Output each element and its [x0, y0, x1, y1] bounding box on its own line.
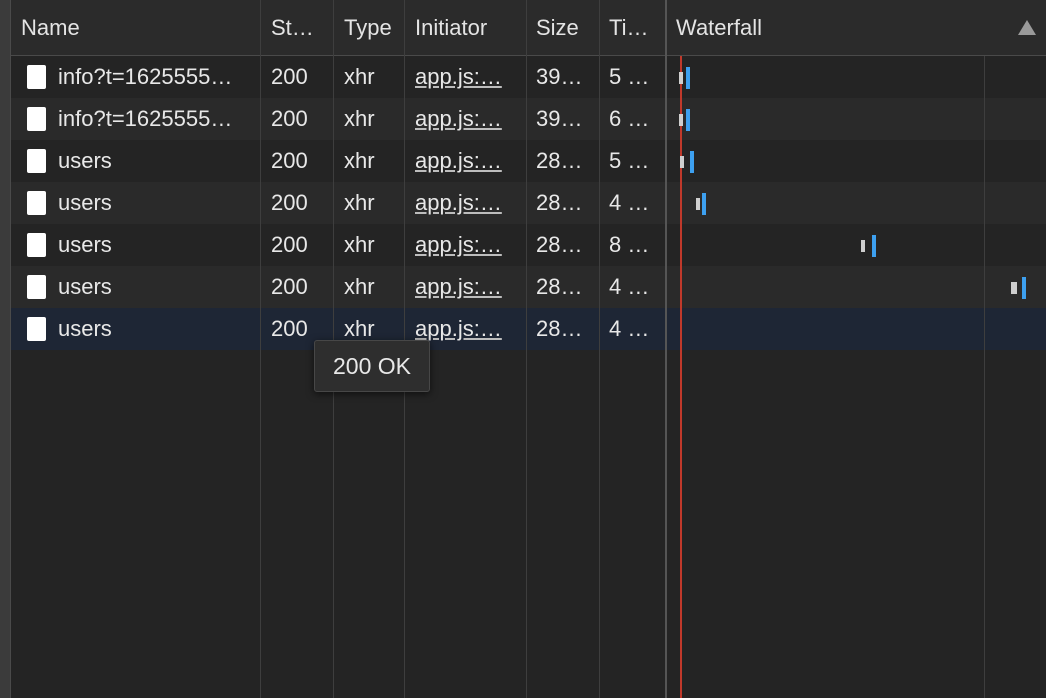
cell-size: 28…	[536, 316, 583, 341]
initiator-link[interactable]: app.js:…	[415, 232, 502, 257]
column-header-waterfall[interactable]: Waterfall	[666, 0, 1046, 56]
cell-name[interactable]: info?t=1625555…	[11, 98, 261, 140]
cell-initiator: app.js:…	[405, 182, 527, 224]
request-row[interactable]: users 200 xhr app.js:… 28… 4 …	[11, 308, 1046, 350]
waterfall-waiting-bar	[679, 72, 683, 84]
panel-left-edge	[0, 0, 11, 698]
waterfall-waiting-bar	[680, 156, 684, 168]
cell-time: 5 …	[609, 148, 650, 173]
waterfall-waiting-bar	[1011, 282, 1017, 294]
cell-type: xhr	[344, 106, 375, 131]
cell-time: 4 …	[609, 274, 650, 299]
cell-initiator: app.js:…	[405, 56, 527, 98]
column-divider[interactable]	[599, 0, 600, 698]
cell-status: 200	[271, 232, 308, 257]
cell-initiator: app.js:…	[405, 98, 527, 140]
column-header-time[interactable]: Ti…	[599, 0, 666, 56]
initiator-link[interactable]: app.js:…	[415, 64, 502, 89]
waterfall-download-bar[interactable]	[686, 109, 690, 131]
column-divider[interactable]	[260, 0, 261, 698]
cell-status: 200	[271, 106, 308, 131]
cell-type: xhr	[344, 64, 375, 89]
cell-type: xhr	[344, 190, 375, 215]
initiator-link[interactable]: app.js:…	[415, 316, 502, 341]
waterfall-waiting-bar	[679, 114, 683, 126]
cell-name[interactable]: info?t=1625555…	[11, 56, 261, 98]
load-event-line	[680, 56, 682, 698]
request-row[interactable]: users 200 xhr app.js:… 28… 4 …	[11, 266, 1046, 308]
cell-size: 39…	[536, 106, 583, 131]
cell-status: 200	[271, 64, 308, 89]
cell-name[interactable]: users	[11, 140, 261, 182]
column-header-name[interactable]: Name	[11, 0, 261, 56]
column-header-type[interactable]: Type	[334, 0, 405, 56]
cell-time: 4 …	[609, 190, 650, 215]
table-header: Name St… Type Initiator Size Ti… Waterfa…	[11, 0, 1046, 56]
cell-status: 200	[271, 274, 308, 299]
request-row[interactable]: users 200 xhr app.js:… 28… 4 …	[11, 182, 1046, 224]
waterfall-divider[interactable]	[665, 0, 667, 698]
waterfall-download-bar[interactable]	[690, 151, 694, 173]
cell-size: 28…	[536, 274, 583, 299]
request-row[interactable]: users 200 xhr app.js:… 28… 5 …	[11, 140, 1046, 182]
cell-time: 6 …	[609, 106, 650, 131]
request-row[interactable]: info?t=1625555… 200 xhr app.js:… 39… 5 …	[11, 56, 1046, 98]
waterfall-download-bar[interactable]	[686, 67, 690, 89]
cell-time: 5 …	[609, 64, 650, 89]
initiator-link[interactable]: app.js:…	[415, 106, 502, 131]
waterfall-download-bar[interactable]	[872, 235, 876, 257]
cell-name[interactable]: users	[11, 308, 261, 350]
cell-name[interactable]: users	[11, 224, 261, 266]
cell-type: xhr	[344, 232, 375, 257]
waterfall-download-bar[interactable]	[1022, 277, 1026, 299]
cell-size: 28…	[536, 190, 583, 215]
cell-initiator: app.js:…	[405, 266, 527, 308]
column-divider[interactable]	[526, 0, 527, 698]
initiator-link[interactable]: app.js:…	[415, 148, 502, 173]
request-row[interactable]: info?t=1625555… 200 xhr app.js:… 39… 6 …	[11, 98, 1046, 140]
waterfall-waiting-bar	[861, 240, 865, 252]
cell-type: xhr	[344, 148, 375, 173]
initiator-link[interactable]: app.js:…	[415, 274, 502, 299]
triangle-up-icon[interactable]	[1018, 20, 1036, 35]
cell-name[interactable]: users	[11, 266, 261, 308]
cell-status: 200	[271, 190, 308, 215]
waterfall-download-bar[interactable]	[702, 193, 706, 215]
cell-type: xhr	[344, 274, 375, 299]
column-header-size[interactable]: Size	[526, 0, 600, 56]
cell-time: 4 …	[609, 316, 650, 341]
waterfall-gridline	[984, 56, 985, 698]
cell-name[interactable]: users	[11, 182, 261, 224]
initiator-link[interactable]: app.js:…	[415, 190, 502, 215]
cell-size: 28…	[536, 148, 583, 173]
cell-time: 8 …	[609, 232, 650, 257]
waterfall-waiting-bar	[696, 198, 700, 210]
status-tooltip: 200 OK	[314, 340, 430, 392]
request-row[interactable]: users 200 xhr app.js:… 28… 8 …	[11, 224, 1046, 266]
cell-status: 200	[271, 148, 308, 173]
column-header-initiator[interactable]: Initiator	[405, 0, 527, 56]
cell-initiator: app.js:…	[405, 224, 527, 266]
network-panel: Name St… Type Initiator Size Ti… Waterfa…	[0, 0, 1046, 698]
cell-size: 39…	[536, 64, 583, 89]
cell-initiator: app.js:…	[405, 140, 527, 182]
column-header-status[interactable]: St…	[261, 0, 334, 56]
cell-size: 28…	[536, 232, 583, 257]
